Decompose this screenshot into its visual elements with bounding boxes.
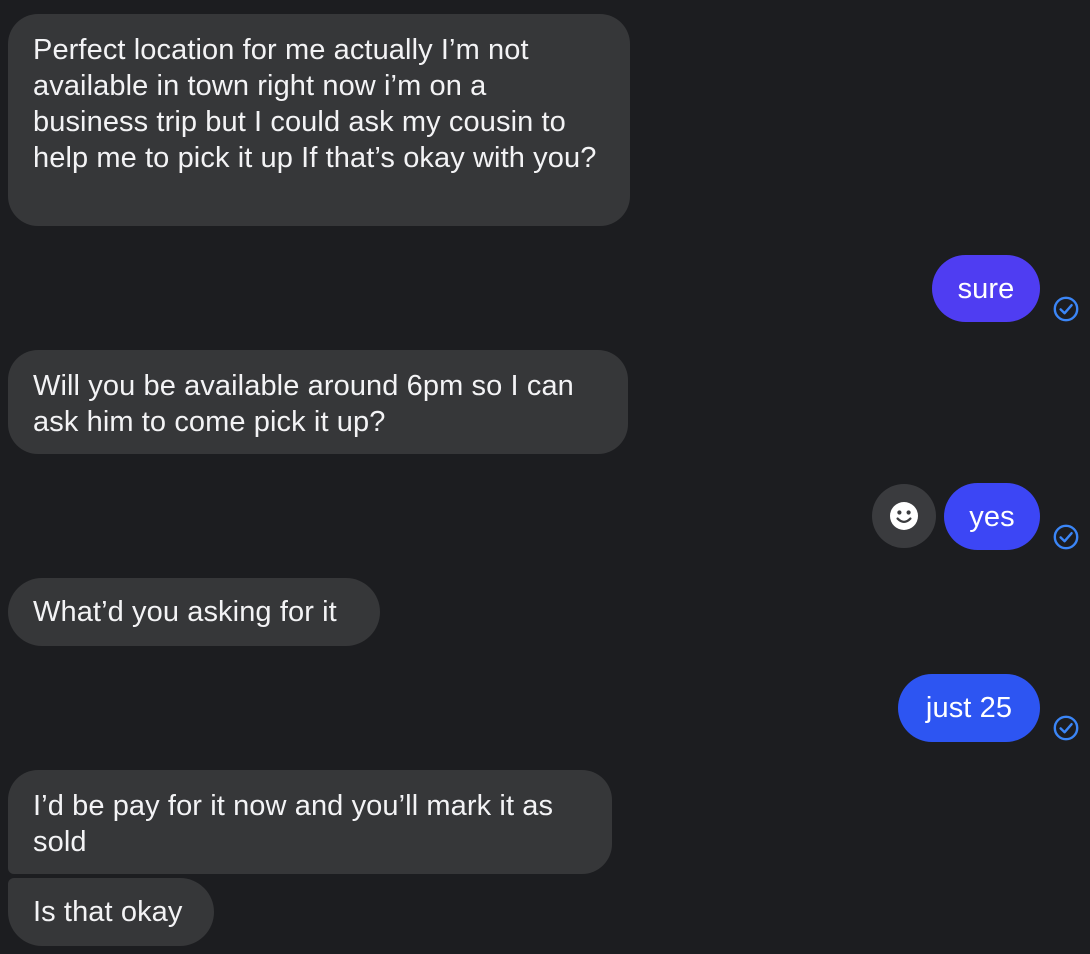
incoming-message-bubble[interactable]: Will you be available around 6pm so I ca… — [8, 350, 628, 454]
message-text: Will you be available around 6pm so I ca… — [33, 370, 574, 438]
incoming-message-bubble[interactable]: I’d be pay for it now and you’ll mark it… — [8, 770, 612, 874]
incoming-message-bubble[interactable]: Is that okay — [8, 878, 214, 946]
check-circle-icon — [1053, 296, 1079, 322]
outgoing-message-bubble[interactable]: sure — [932, 255, 1040, 322]
message-text: What’d you asking for it — [33, 596, 337, 628]
message-text: sure — [957, 273, 1015, 305]
message-text: I’d be pay for it now and you’ll mark it… — [33, 790, 554, 858]
message-text: Is that okay — [33, 896, 183, 928]
incoming-message-bubble[interactable]: Perfect location for me actually I’m not… — [8, 14, 630, 226]
message-text: Perfect location for me actually I’m not… — [33, 34, 597, 174]
smiley-face-icon — [890, 502, 918, 530]
incoming-message-bubble[interactable]: What’d you asking for it — [8, 578, 380, 646]
check-circle-icon — [1053, 524, 1079, 550]
check-circle-icon — [1053, 715, 1079, 741]
outgoing-message-bubble[interactable]: yes — [944, 483, 1040, 550]
message-text: yes — [969, 501, 1015, 533]
message-text: just 25 — [925, 692, 1013, 724]
react-button[interactable] — [872, 484, 936, 548]
outgoing-message-bubble[interactable]: just 25 — [898, 674, 1040, 742]
